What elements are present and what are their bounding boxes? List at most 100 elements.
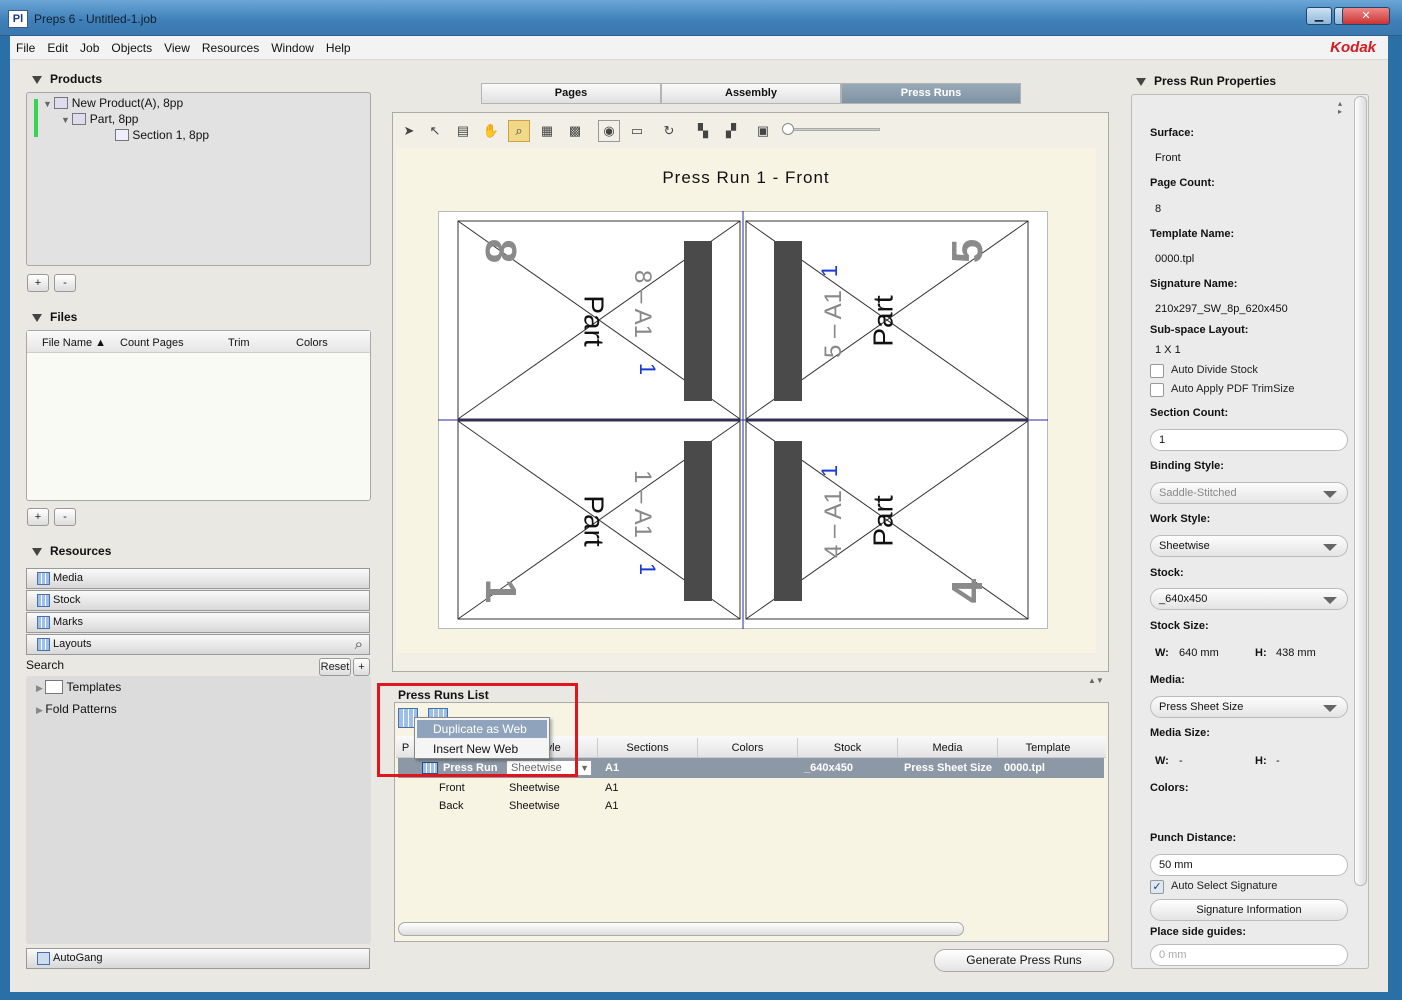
files-col-colors[interactable]: Colors (296, 337, 328, 349)
menu-window[interactable]: Window (265, 36, 320, 60)
files-add-button[interactable]: + (27, 508, 49, 526)
files-col-count[interactable]: Count Pages (120, 337, 184, 349)
auto-divide-checkbox[interactable] (1150, 364, 1164, 378)
preview-eye-icon[interactable]: ◉ (598, 120, 620, 142)
col-sections[interactable]: Sections (598, 738, 698, 758)
media-h-label: H: (1255, 755, 1267, 767)
col-colors[interactable]: Colors (698, 738, 798, 758)
sheet-icon[interactable]: ▣ (752, 120, 774, 142)
panel-scroll-arrows-icon[interactable]: ▴ ▸ (1338, 100, 1342, 116)
resource-media[interactable]: Media (26, 568, 370, 589)
files-col-name[interactable]: File Name ▲ (42, 337, 106, 349)
resource-marks-label: Marks (53, 616, 83, 628)
media-dropdown[interactable]: Press Sheet Size (1150, 696, 1348, 718)
menu-help[interactable]: Help (320, 36, 357, 60)
work-style-dropdown[interactable]: Sheetwise (1150, 535, 1348, 557)
templates-label: Templates (66, 680, 122, 694)
folder-icon (45, 680, 64, 694)
properties-heading[interactable]: Press Run Properties (1136, 74, 1276, 88)
properties-scrollbar[interactable] (1354, 96, 1367, 886)
grid-tool-icon[interactable]: ▦ (536, 120, 558, 142)
resources-heading[interactable]: Resources (32, 544, 111, 558)
section-count-label: Section Count: (1150, 407, 1229, 419)
products-tree: ▼ New Product(A), 8pp ▼ Part, 8pp Sectio… (26, 92, 371, 266)
punch-distance-label: Punch Distance: (1150, 832, 1237, 844)
rotate-icon[interactable]: ↻ (658, 120, 680, 142)
hand-tool-icon[interactable]: ✋ (480, 120, 502, 142)
menu-job[interactable]: Job (74, 36, 105, 60)
page-mark-4: 1 (817, 464, 843, 478)
section-count-input[interactable]: 1 (1150, 429, 1348, 451)
autogang-label: AutoGang (53, 952, 103, 964)
menu-objects[interactable]: Objects (105, 36, 158, 60)
page-code-1: 1 – A1 (629, 469, 657, 539)
autogang-bar[interactable]: AutoGang (26, 948, 370, 969)
products-remove-button[interactable]: - (54, 274, 76, 292)
resources-tree (26, 676, 371, 944)
signature-info-button[interactable]: Signature Information (1150, 899, 1348, 921)
resource-marks[interactable]: Marks (26, 612, 370, 633)
tree-item-section[interactable]: Section 1, 8pp (115, 128, 209, 142)
menu-file[interactable]: File (10, 36, 41, 60)
title-bar (0, 0, 1402, 36)
layout-grid-icon[interactable]: ▚ (692, 120, 714, 142)
binding-style-dropdown[interactable]: Saddle-Stitched (1150, 482, 1348, 504)
expand-arrow-icon: ▶ (36, 683, 46, 693)
menu-edit[interactable]: Edit (41, 36, 74, 60)
tab-press-runs[interactable]: Press Runs (841, 83, 1021, 104)
zoom-slider-track[interactable] (786, 128, 880, 131)
col-stock[interactable]: Stock (798, 738, 898, 758)
page-tool-icon[interactable]: ▤ (452, 120, 474, 142)
close-button[interactable]: ✕ (1342, 7, 1390, 25)
tree-item-templates[interactable]: ▶ Templates (36, 680, 121, 694)
minimize-button[interactable]: ▁ (1306, 7, 1332, 25)
horizontal-scrollbar[interactable] (398, 922, 964, 936)
punch-distance-input[interactable]: 50 mm (1150, 854, 1348, 876)
select-object-icon[interactable]: ↖ (424, 120, 446, 142)
part-label: Part, 8pp (89, 112, 139, 126)
menu-view[interactable]: View (158, 36, 196, 60)
signature-name-label: Signature Name: (1150, 278, 1238, 290)
reset-button[interactable]: Reset (319, 658, 351, 676)
col-media[interactable]: Media (898, 738, 998, 758)
splitter-arrows-icon[interactable]: ▲▼ (1088, 676, 1104, 685)
resource-stock[interactable]: Stock (26, 590, 370, 611)
files-remove-button[interactable]: - (54, 508, 76, 526)
stock-icon (37, 594, 50, 607)
row-back-name[interactable]: Back (439, 800, 463, 812)
side-guides-input[interactable]: 0 mm (1150, 944, 1348, 966)
row-front-name[interactable]: Front (439, 782, 465, 794)
files-col-trim[interactable]: Trim (228, 337, 250, 349)
zoom-slider-thumb[interactable] (782, 123, 794, 135)
col-template[interactable]: Template (998, 738, 1098, 758)
stock-h-value: 438 mm (1276, 647, 1316, 659)
resources-heading-label: Resources (50, 544, 112, 558)
zoom-tool-icon[interactable]: ⌕ (508, 120, 530, 142)
row-back-sections: A1 (605, 800, 619, 812)
tree-item-product[interactable]: ▼ New Product(A), 8pp (43, 96, 183, 110)
generate-press-runs-button[interactable]: Generate Press Runs (934, 949, 1114, 972)
files-heading[interactable]: Files (32, 310, 77, 324)
products-add-button[interactable]: + (27, 274, 49, 292)
products-heading[interactable]: Products (32, 72, 102, 86)
page-mark-1: 1 (635, 562, 661, 576)
tree-item-part[interactable]: ▼ Part, 8pp (61, 112, 138, 126)
ruler-icon[interactable]: ▭ (626, 120, 648, 142)
auto-select-checkbox[interactable]: ✓ (1150, 880, 1164, 894)
select-arrow-icon[interactable]: ➤ (398, 120, 420, 142)
resource-layouts[interactable]: Layouts ⌕ (26, 634, 370, 655)
search-add-button[interactable]: + (353, 658, 370, 676)
auto-apply-checkbox[interactable] (1150, 383, 1164, 397)
menu-resources[interactable]: Resources (196, 36, 265, 60)
tree-item-fold-patterns[interactable]: ▶ Fold Patterns (36, 702, 117, 716)
page-number-5: 5 (943, 238, 993, 264)
binding-style-label: Binding Style: (1150, 460, 1224, 472)
product-status-bar (34, 99, 38, 137)
stock-dropdown[interactable]: _640x450 (1150, 588, 1348, 610)
tab-assembly[interactable]: Assembly (661, 83, 841, 104)
search-icon[interactable]: ⌕ (355, 635, 363, 654)
magic-grid-icon[interactable]: ▩ (564, 120, 586, 142)
layout-arrange-icon[interactable]: ▞ (720, 120, 742, 142)
page-number-8: 8 (476, 238, 526, 264)
tab-pages[interactable]: Pages (481, 83, 661, 104)
